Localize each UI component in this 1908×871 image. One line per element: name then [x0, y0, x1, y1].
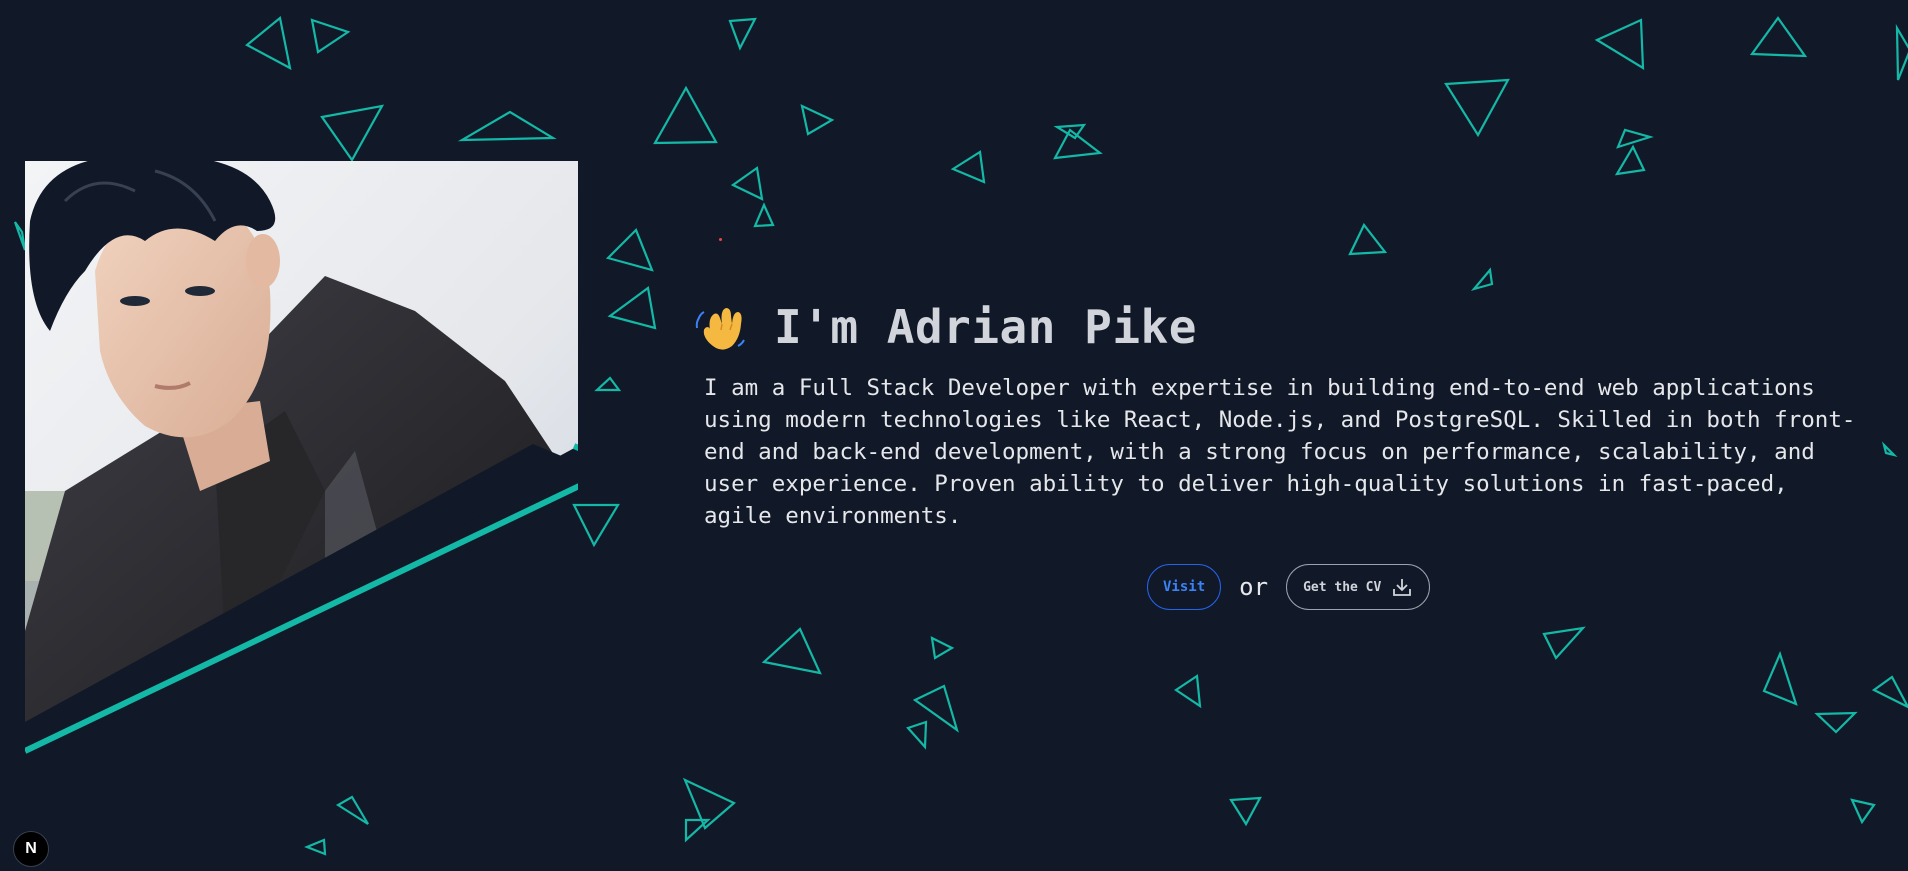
decorative-triangle	[1594, 18, 1645, 71]
get-cv-label: Get the CV	[1303, 579, 1382, 595]
decorative-triangle	[653, 85, 718, 145]
decorative-triangle	[1229, 796, 1262, 827]
hero-title-text: I'm Adrian Pike	[774, 300, 1197, 354]
decorative-triangle	[753, 202, 775, 228]
decorative-triangle	[930, 636, 955, 660]
decorative-triangle	[1762, 650, 1798, 706]
hero-description: I am a Full Stack Developer with experti…	[704, 375, 1856, 529]
hero-title: I'm Adrian Pike	[694, 300, 1864, 354]
decorative-triangle	[1470, 267, 1494, 292]
decorative-triangle	[304, 838, 327, 856]
decorative-triangle	[1850, 798, 1876, 825]
decorative-triangle	[1881, 441, 1898, 458]
visit-label: Visit	[1163, 579, 1206, 595]
or-text: or	[1239, 573, 1269, 601]
download-icon	[1393, 579, 1412, 596]
get-cv-button[interactable]: Get the CV	[1286, 564, 1431, 610]
decorative-triangle	[1614, 144, 1646, 176]
profile-photo	[25, 161, 578, 757]
red-dot	[719, 238, 722, 241]
hero-actions: Visit or Get the CV	[1147, 564, 1431, 610]
decorative-triangle	[1814, 711, 1858, 734]
decorative-triangle	[320, 104, 385, 163]
decorative-triangle	[1749, 16, 1808, 58]
decorative-triangle	[310, 18, 351, 54]
decorative-triangle	[800, 104, 835, 136]
decorative-triangle	[1616, 128, 1654, 149]
decorative-triangle	[605, 228, 654, 272]
nextjs-badge[interactable]: N	[13, 831, 49, 867]
decorative-triangle	[245, 15, 292, 71]
hero-page: I'm Adrian Pike I am a Full Stack Develo…	[0, 0, 1908, 871]
decorative-triangle	[684, 818, 711, 843]
decorative-triangle	[761, 627, 822, 675]
decorative-triangle	[728, 17, 757, 51]
decorative-triangle	[13, 221, 27, 251]
decorative-triangle	[594, 376, 622, 392]
nextjs-logo-icon: N	[25, 840, 37, 857]
decorative-triangle	[1348, 222, 1388, 256]
decorative-triangle	[335, 795, 369, 825]
decorative-triangle	[906, 720, 928, 750]
decorative-triangle	[1542, 626, 1586, 660]
decorative-triangle	[607, 286, 657, 330]
visit-button[interactable]: Visit	[1147, 564, 1222, 610]
hero-section: I'm Adrian Pike I am a Full Stack Develo…	[694, 300, 1864, 532]
decorative-triangle	[1871, 675, 1908, 709]
decorative-triangle	[1895, 23, 1908, 81]
waving-hand-icon	[695, 308, 745, 350]
decorative-triangle	[1444, 78, 1510, 138]
portrait	[25, 161, 578, 757]
decorative-triangle	[457, 110, 557, 142]
decorative-triangle	[950, 150, 986, 184]
decorative-triangle	[572, 503, 620, 548]
decorative-triangle	[730, 166, 764, 201]
decorative-triangle	[1174, 674, 1202, 709]
